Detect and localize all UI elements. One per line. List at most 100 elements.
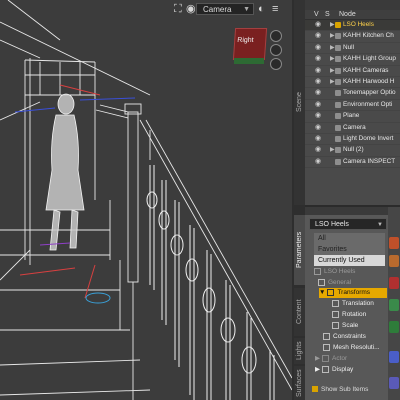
figure-icon (314, 267, 321, 275)
camera-icon[interactable]: ◉ (186, 3, 196, 15)
tree-mesh-resolution-label: Mesh Resoluti... (333, 344, 380, 351)
chevron-right-icon[interactable]: ▶ (330, 77, 335, 87)
environment-icon (335, 101, 341, 108)
column-selectable[interactable]: S (325, 10, 330, 19)
navcube-bottom-face[interactable] (234, 58, 264, 64)
scene-node-row[interactable]: ◉ Light Dome Invert (305, 134, 400, 146)
tree-actor[interactable]: ▶ Actor (315, 354, 347, 364)
scene-node-row[interactable]: ◉ Camera INSPECT (305, 157, 400, 169)
group-icon (323, 332, 330, 340)
eye-icon[interactable]: ◉ (315, 43, 321, 53)
eye-icon[interactable]: ◉ (315, 134, 321, 144)
parameters-toolbar (305, 207, 400, 215)
tree-general[interactable]: General (318, 278, 351, 288)
group-icon (335, 78, 341, 85)
checkbox-icon[interactable] (312, 386, 318, 393)
tree-constraints[interactable]: Constraints (323, 332, 366, 342)
material-tool-icon[interactable] (389, 299, 399, 311)
chevron-right-icon[interactable]: ▶ (330, 66, 335, 76)
scene-panel: V S Node ◉ ▶ LSO Heels ◉ ▶ KAHH Kitchen … (305, 0, 400, 205)
eye-icon[interactable]: ◉ (315, 54, 321, 64)
scene-node-row[interactable]: ◉ ▶ KAHH Cameras (305, 66, 400, 77)
tab-content-label: Content (296, 299, 303, 325)
tree-rotation-label: Rotation (342, 311, 367, 318)
chevron-right-icon[interactable]: ▶ (330, 20, 335, 30)
tree-display[interactable]: ▶ Display (315, 365, 353, 375)
scene-node-row[interactable]: ◉ ▶ Null (2) (305, 145, 400, 157)
eye-icon[interactable]: ◉ (315, 157, 321, 167)
node-select-label: LSO Heels (315, 221, 349, 228)
tree-rotation[interactable]: Rotation (332, 310, 366, 320)
scene-node-row[interactable]: ◉ ▶ Null (305, 43, 400, 55)
camera-icon (335, 124, 341, 131)
scene-node-row[interactable]: ◉ Camera (305, 123, 400, 134)
scene-node-row[interactable]: ◉ ▶ LSO Heels (305, 20, 400, 32)
tree-scale[interactable]: Scale (332, 321, 358, 331)
group-icon (332, 299, 339, 307)
chevron-right-icon[interactable]: ▶ (330, 43, 335, 53)
filter-favorites[interactable]: Favorites (314, 244, 385, 255)
figure-tool-icon[interactable] (389, 277, 399, 289)
chevron-right-icon[interactable]: ▶ (330, 145, 335, 155)
light-tool-icon[interactable] (389, 377, 399, 389)
scene-node-row[interactable]: ◉ Environment Opti (305, 100, 400, 112)
node-label: Camera INSPECT (343, 157, 396, 165)
eye-icon[interactable]: ◉ (315, 145, 321, 155)
column-node[interactable]: Node (339, 10, 356, 19)
scene-node-row[interactable]: ◉ ▶ KAHH Light Group (305, 54, 400, 66)
frame-icon[interactable]: ⛶ (174, 3, 182, 15)
group-icon (332, 310, 339, 318)
chevron-right-icon[interactable]: ▶ (330, 31, 335, 41)
scene-node-row[interactable]: ◉ ▶ KAHH Harwood H (305, 77, 400, 89)
tonemapper-icon (335, 90, 341, 97)
node-label: Null (343, 43, 355, 51)
scene-node-row[interactable]: ◉ Tonemapper Optio (305, 88, 400, 100)
chevron-right-icon[interactable]: ▶ (330, 54, 335, 64)
eye-icon[interactable]: ◉ (315, 20, 321, 30)
pose-tool-icon[interactable] (389, 237, 399, 249)
filter-currently-used[interactable]: Currently Used (314, 255, 385, 266)
eye-icon[interactable]: ◉ (315, 88, 321, 98)
tree-mesh-resolution[interactable]: Mesh Resoluti... (323, 343, 380, 353)
scene-node-row[interactable]: ◉ ▶ KAHH Kitchen Ch (305, 31, 400, 43)
show-sub-items-toggle[interactable]: Show Sub Items (312, 386, 368, 393)
eye-icon[interactable]: ◉ (315, 66, 321, 76)
filter-all[interactable]: All (314, 233, 385, 244)
menu-icon[interactable]: ≡ (272, 3, 278, 15)
view-navcube[interactable]: Right (232, 28, 268, 60)
chevron-down-icon: ▼ (243, 6, 250, 13)
draw-style-icon[interactable]: ◐ (258, 3, 265, 15)
viewport-toolbar: ⛶ ◉ Camera ▼ ◐ ≡ (0, 0, 292, 18)
eye-icon[interactable]: ◉ (315, 100, 321, 110)
chevron-down-icon: ▼ (319, 289, 326, 296)
tree-transforms[interactable]: ▼ Transforms (319, 288, 387, 298)
eye-icon[interactable]: ◉ (315, 123, 321, 133)
group-icon (322, 365, 329, 373)
tree-root-label: LSO Heels (324, 268, 356, 275)
tree-translation[interactable]: Translation (332, 299, 374, 309)
figure-icon (335, 22, 341, 28)
eye-icon[interactable]: ◉ (315, 111, 321, 121)
eye-icon[interactable]: ◉ (315, 31, 321, 41)
filter-all-label: All (318, 235, 326, 242)
surface-tool-icon[interactable] (389, 321, 399, 333)
camera-select[interactable]: Camera ▼ (196, 3, 254, 15)
eye-icon[interactable]: ◉ (315, 77, 321, 87)
group-icon (335, 33, 341, 40)
scene-node-row[interactable]: ◉ Plane (305, 111, 400, 123)
tree-root[interactable]: LSO Heels (314, 267, 355, 277)
chevron-right-icon: ▶ (315, 355, 320, 362)
render-tool-icon[interactable] (389, 351, 399, 363)
morph-tool-icon[interactable] (389, 255, 399, 267)
tree-constraints-label: Constraints (333, 333, 366, 340)
orbit-control[interactable] (270, 30, 282, 42)
tree-actor-label: Actor (332, 355, 348, 362)
3d-viewport[interactable]: ⛶ ◉ Camera ▼ ◐ ≡ Right (0, 0, 292, 400)
column-visible[interactable]: V (314, 10, 319, 19)
pan-control[interactable] (270, 44, 282, 56)
group-icon (335, 56, 341, 63)
zoom-control[interactable] (270, 58, 282, 70)
node-select[interactable]: LSO Heels ▼ (309, 218, 387, 230)
node-label: KAHH Harwood H (343, 77, 395, 85)
group-icon (322, 354, 329, 362)
